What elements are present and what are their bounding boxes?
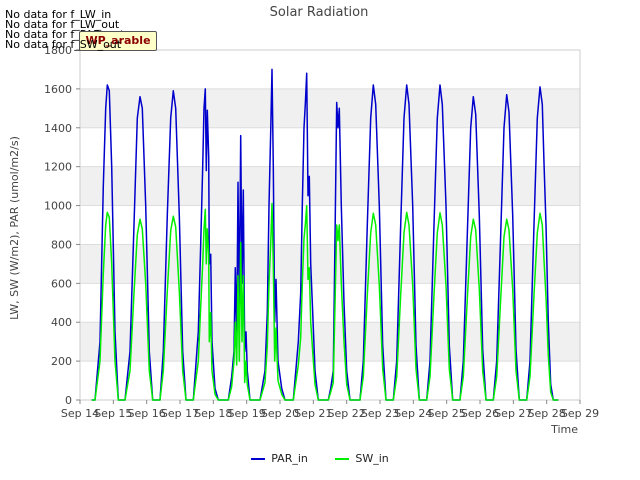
y-tick-label: 1000 bbox=[44, 200, 72, 213]
chart-title: Solar Radiation bbox=[270, 5, 369, 20]
y-axis-label: LW, SW (W/m2), PAR (umol/m2/s) bbox=[8, 136, 21, 320]
legend-label: PAR_in bbox=[271, 452, 308, 465]
y-tick-label: 1200 bbox=[44, 161, 72, 174]
y-tick-label: 0 bbox=[65, 394, 72, 407]
background-band bbox=[80, 166, 580, 206]
y-axis-ticks: 020040060080010001200140016001800 bbox=[44, 44, 80, 407]
y-tick-label: 1600 bbox=[44, 83, 72, 96]
legend: PAR_in SW_in bbox=[0, 452, 640, 465]
y-tick-label: 400 bbox=[51, 316, 72, 329]
no-data-note: No data for f_SW_out bbox=[5, 38, 122, 51]
legend-item-sw-in: SW_in bbox=[335, 452, 389, 465]
y-tick-label: 200 bbox=[51, 355, 72, 368]
legend-item-par-in: PAR_in bbox=[251, 452, 308, 465]
background-band bbox=[80, 244, 580, 284]
legend-swatch bbox=[251, 458, 266, 460]
x-axis-ticks: Sep 14Sep 15Sep 16Sep 17Sep 18Sep 19Sep … bbox=[61, 400, 599, 420]
y-tick-label: 800 bbox=[51, 238, 72, 251]
solar-radiation-chart: 020040060080010001200140016001800 Sep 14… bbox=[8, 5, 599, 436]
x-tick-label: Sep 29 bbox=[561, 407, 599, 420]
y-tick-label: 1400 bbox=[44, 122, 72, 135]
x-axis-label: Time bbox=[550, 423, 578, 436]
plot-background-bands bbox=[80, 88, 580, 362]
y-tick-label: 600 bbox=[51, 277, 72, 290]
legend-label: SW_in bbox=[355, 452, 389, 465]
legend-swatch bbox=[335, 458, 350, 460]
background-band bbox=[80, 322, 580, 362]
